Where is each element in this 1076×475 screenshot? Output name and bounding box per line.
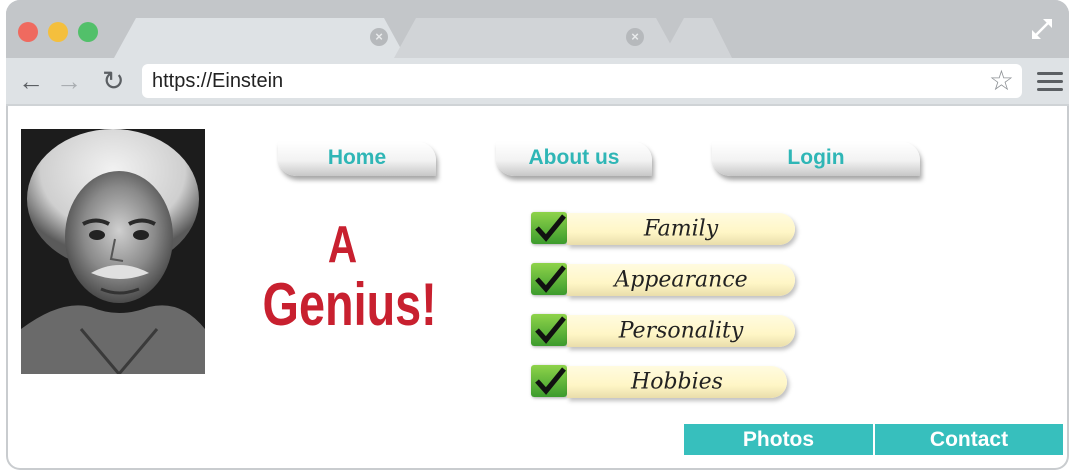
bookmark-star-icon[interactable]: ☆ [989,65,1014,97]
forward-arrow-icon[interactable]: → [56,65,82,97]
checkmark-icon [535,265,566,293]
tab-close-icon[interactable]: × [626,28,644,46]
back-arrow-icon[interactable]: ← [18,65,44,97]
checkbox[interactable] [531,314,567,346]
checkmark-icon [535,214,566,242]
headline: A Genius! [262,216,437,338]
checklist-label-box: Appearance [567,264,795,296]
nav-about-label: About us [528,146,620,169]
checklist-label: Appearance [614,267,748,293]
checkmark-icon [535,316,566,344]
checklist-label: Personality [618,318,744,344]
reload-icon[interactable]: ↻ [102,65,125,97]
headline-line-1: A [327,216,358,274]
headline-line-2: Genius! [262,271,437,338]
checklist-item-personality[interactable]: Personality [531,314,795,348]
checklist-item-appearance[interactable]: Appearance [531,263,795,297]
close-window-button[interactable] [18,22,38,42]
nav-about-button[interactable]: About us [496,142,652,176]
menu-hamburger-icon[interactable] [1037,72,1063,92]
expand-icon[interactable] [1029,16,1055,42]
browser-toolbar: ← → ↻ https://Einstein ☆ [6,58,1069,106]
tab-inactive[interactable]: × [394,18,734,58]
title-bar: × × [6,0,1069,58]
url-text: https://Einstein [152,70,284,92]
nav-login-button[interactable]: Login [712,142,920,176]
footer-photos-button[interactable]: Photos [684,424,873,455]
checklist-label-box: Personality [567,315,795,347]
checkmark-icon [535,367,566,395]
checklist-label-box: Family [567,213,795,245]
tab-active[interactable]: × [114,18,424,58]
minimize-window-button[interactable] [48,22,68,42]
checkbox[interactable] [531,365,567,397]
maximize-window-button[interactable] [78,22,98,42]
footer-contact-button[interactable]: Contact [875,424,1063,455]
tab-shape [394,18,732,58]
nav-home-button[interactable]: Home [278,142,436,176]
einstein-photo [21,129,205,377]
checklist-label-box: Hobbies [567,366,787,398]
nav-login-label: Login [787,146,845,169]
address-bar[interactable]: https://Einstein ☆ [142,64,1022,98]
checklist-label: Hobbies [631,369,723,395]
checklist-item-hobbies[interactable]: Hobbies [531,365,789,399]
checkbox[interactable] [531,212,567,244]
checklist-label: Family [643,216,719,242]
checklist-item-family[interactable]: Family [531,212,795,246]
nav-home-label: Home [327,146,387,169]
checkbox[interactable] [531,263,567,295]
tab-close-icon[interactable]: × [370,28,388,46]
